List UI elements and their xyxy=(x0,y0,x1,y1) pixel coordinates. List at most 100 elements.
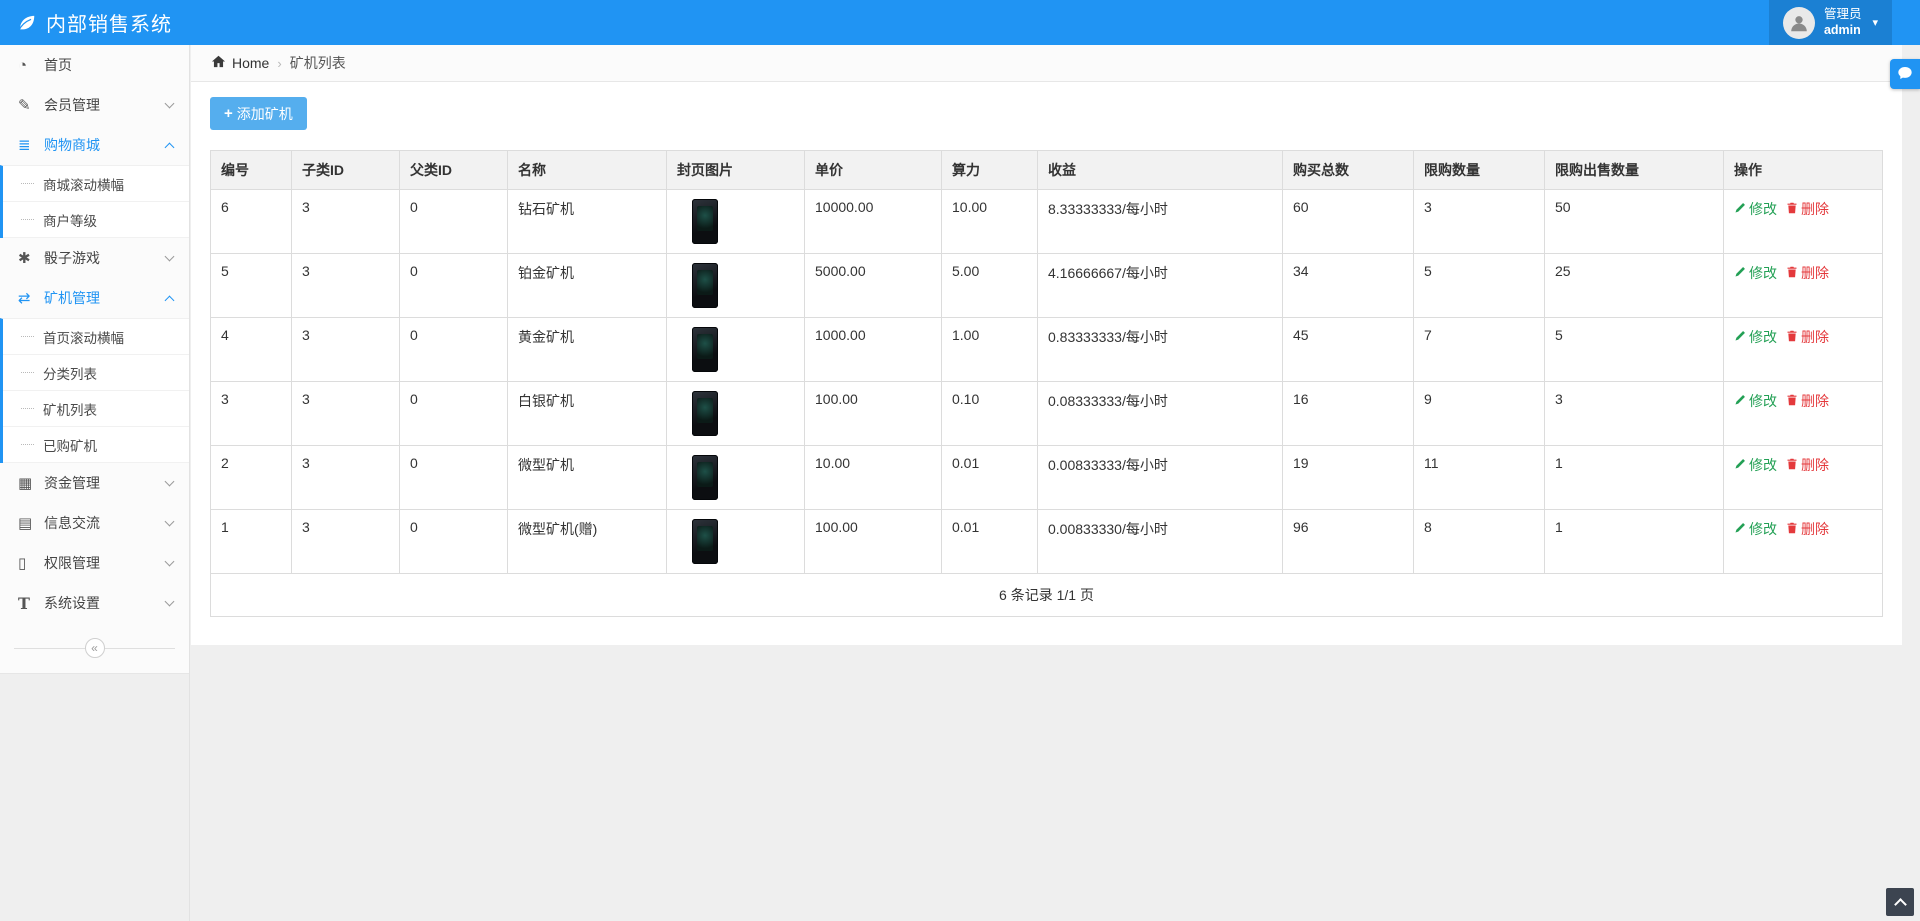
cell-sub_id: 3 xyxy=(292,446,400,510)
back-to-top-button[interactable] xyxy=(1886,888,1914,916)
delete-link[interactable]: 删除 xyxy=(1786,519,1829,539)
cell-price: 100.00 xyxy=(805,510,942,574)
delete-link[interactable]: 删除 xyxy=(1786,263,1829,283)
sidebar-collapse-button[interactable]: « xyxy=(85,638,105,658)
sidebar-item-4[interactable]: ⇄矿机管理 xyxy=(0,278,189,318)
message-icon: ▤ xyxy=(18,514,44,532)
cell-id: 1 xyxy=(211,510,292,574)
chevron-down-icon xyxy=(165,517,175,527)
sidebar-subitem[interactable]: 矿机列表 xyxy=(3,391,189,427)
edit-link[interactable]: 修改 xyxy=(1734,263,1777,283)
sidebar-item-2[interactable]: ≣购物商城 xyxy=(0,125,189,165)
cell-bought: 60 xyxy=(1283,190,1414,254)
cell-limit_buy: 7 xyxy=(1414,318,1545,382)
cell-power: 1.00 xyxy=(942,318,1038,382)
delete-link[interactable]: 删除 xyxy=(1786,199,1829,219)
topbar: 内部销售系统 管理员 admin ▾ xyxy=(0,0,1920,45)
cell-parent_id: 0 xyxy=(400,190,508,254)
chevron-down-icon xyxy=(165,557,175,567)
funds-calendar-icon: ▦ xyxy=(18,474,44,492)
home-icon xyxy=(211,54,226,72)
sidebar-item-6[interactable]: ▤信息交流 xyxy=(0,503,189,543)
cell-image xyxy=(667,190,805,254)
cell-name: 钻石矿机 xyxy=(508,190,667,254)
chevron-down-icon: ▾ xyxy=(1872,16,1878,29)
add-machine-button[interactable]: + 添加矿机 xyxy=(210,97,307,130)
cell-limit_buy: 5 xyxy=(1414,254,1545,318)
cell-bought: 34 xyxy=(1283,254,1414,318)
table-row: 330白银矿机100.000.100.08333333/每小时1693修改删除 xyxy=(211,382,1883,446)
cell-name: 微型矿机(赠) xyxy=(508,510,667,574)
cell-power: 5.00 xyxy=(942,254,1038,318)
cell-limit_sell: 25 xyxy=(1545,254,1724,318)
column-header: 收益 xyxy=(1038,151,1283,190)
delete-link[interactable]: 删除 xyxy=(1786,391,1829,411)
trash-icon xyxy=(1786,201,1798,217)
miner-shuffle-icon: ⇄ xyxy=(18,289,44,307)
sidebar-subitem-label: 商户等级 xyxy=(43,210,97,230)
delete-link[interactable]: 删除 xyxy=(1786,327,1829,347)
user-menu[interactable]: 管理员 admin ▾ xyxy=(1769,0,1892,45)
dashboard-icon: ◔ xyxy=(18,57,44,74)
member-edit-icon: ✎ xyxy=(18,96,44,114)
sidebar-subitem[interactable]: 已购矿机 xyxy=(3,427,189,463)
cell-name: 微型矿机 xyxy=(508,446,667,510)
plus-icon: + xyxy=(224,105,233,122)
sidebar-subitem-label: 已购矿机 xyxy=(43,435,97,455)
sidebar-item-3[interactable]: ✱骰子游戏 xyxy=(0,238,189,278)
sidebar-item-5[interactable]: ▦资金管理 xyxy=(0,463,189,503)
edit-link[interactable]: 修改 xyxy=(1734,391,1777,411)
dice-asterisk-icon: ✱ xyxy=(18,249,44,267)
column-header: 编号 xyxy=(211,151,292,190)
sidebar-subitem[interactable]: 分类列表 xyxy=(3,355,189,391)
trash-icon xyxy=(1786,265,1798,281)
edit-link[interactable]: 修改 xyxy=(1734,455,1777,475)
sidebar-subitem-label: 矿机列表 xyxy=(43,399,97,419)
sidebar-item-7[interactable]: ▯权限管理 xyxy=(0,543,189,583)
cell-bought: 96 xyxy=(1283,510,1414,574)
cell-id: 3 xyxy=(211,382,292,446)
add-machine-label: 添加矿机 xyxy=(237,104,293,124)
cell-power: 0.01 xyxy=(942,510,1038,574)
breadcrumb-separator: › xyxy=(277,56,281,71)
cell-price: 1000.00 xyxy=(805,318,942,382)
cell-price: 5000.00 xyxy=(805,254,942,318)
sidebar-subitem[interactable]: 商户等级 xyxy=(3,202,189,238)
sidebar-item-label: 资金管理 xyxy=(44,473,100,493)
sidebar-subitem[interactable]: 商城滚动横幅 xyxy=(3,166,189,202)
cell-income: 0.83333333/每小时 xyxy=(1038,318,1283,382)
sidebar-item-label: 信息交流 xyxy=(44,513,100,533)
sidebar-item-8[interactable]: T系统设置 xyxy=(0,583,189,623)
sidebar-item-label: 购物商城 xyxy=(44,135,100,155)
edit-link[interactable]: 修改 xyxy=(1734,199,1777,219)
cell-power: 10.00 xyxy=(942,190,1038,254)
cell-parent_id: 0 xyxy=(400,510,508,574)
service-widget-button[interactable] xyxy=(1890,59,1920,89)
table-row: 430黄金矿机1000.001.000.83333333/每小时4575修改删除 xyxy=(211,318,1883,382)
sidebar-subitem[interactable]: 首页滚动横幅 xyxy=(3,319,189,355)
cell-income: 8.33333333/每小时 xyxy=(1038,190,1283,254)
cell-ops: 修改删除 xyxy=(1724,254,1883,318)
cell-ops: 修改删除 xyxy=(1724,382,1883,446)
app-brand: 内部销售系统 xyxy=(0,8,172,37)
trash-icon xyxy=(1786,393,1798,409)
main-content: Home › 矿机列表 + 添加矿机 编号子类ID父类ID名称封页图片单价算力收… xyxy=(191,45,1902,645)
cell-limit_buy: 9 xyxy=(1414,382,1545,446)
sidebar-item-1[interactable]: ✎会员管理 xyxy=(0,85,189,125)
breadcrumb-home-link[interactable]: Home xyxy=(211,54,269,72)
cell-power: 0.10 xyxy=(942,382,1038,446)
tree-dash-icon xyxy=(21,444,34,445)
sidebar-item-0[interactable]: ◔首页 xyxy=(0,45,189,85)
delete-link[interactable]: 删除 xyxy=(1786,455,1829,475)
user-role: 管理员 xyxy=(1824,7,1862,21)
column-header: 父类ID xyxy=(400,151,508,190)
breadcrumb-home-label: Home xyxy=(232,55,269,71)
edit-link[interactable]: 修改 xyxy=(1734,327,1777,347)
cell-id: 2 xyxy=(211,446,292,510)
sidebar: ◔首页✎会员管理≣购物商城商城滚动横幅商户等级 ✱骰子游戏⇄矿机管理首页滚动横幅分… xyxy=(0,45,190,921)
column-header: 限购出售数量 xyxy=(1545,151,1724,190)
breadcrumb: Home › 矿机列表 xyxy=(191,45,1902,82)
chat-bubble-icon xyxy=(1897,65,1913,84)
machine-cover-image xyxy=(692,327,718,372)
edit-link[interactable]: 修改 xyxy=(1734,519,1777,539)
